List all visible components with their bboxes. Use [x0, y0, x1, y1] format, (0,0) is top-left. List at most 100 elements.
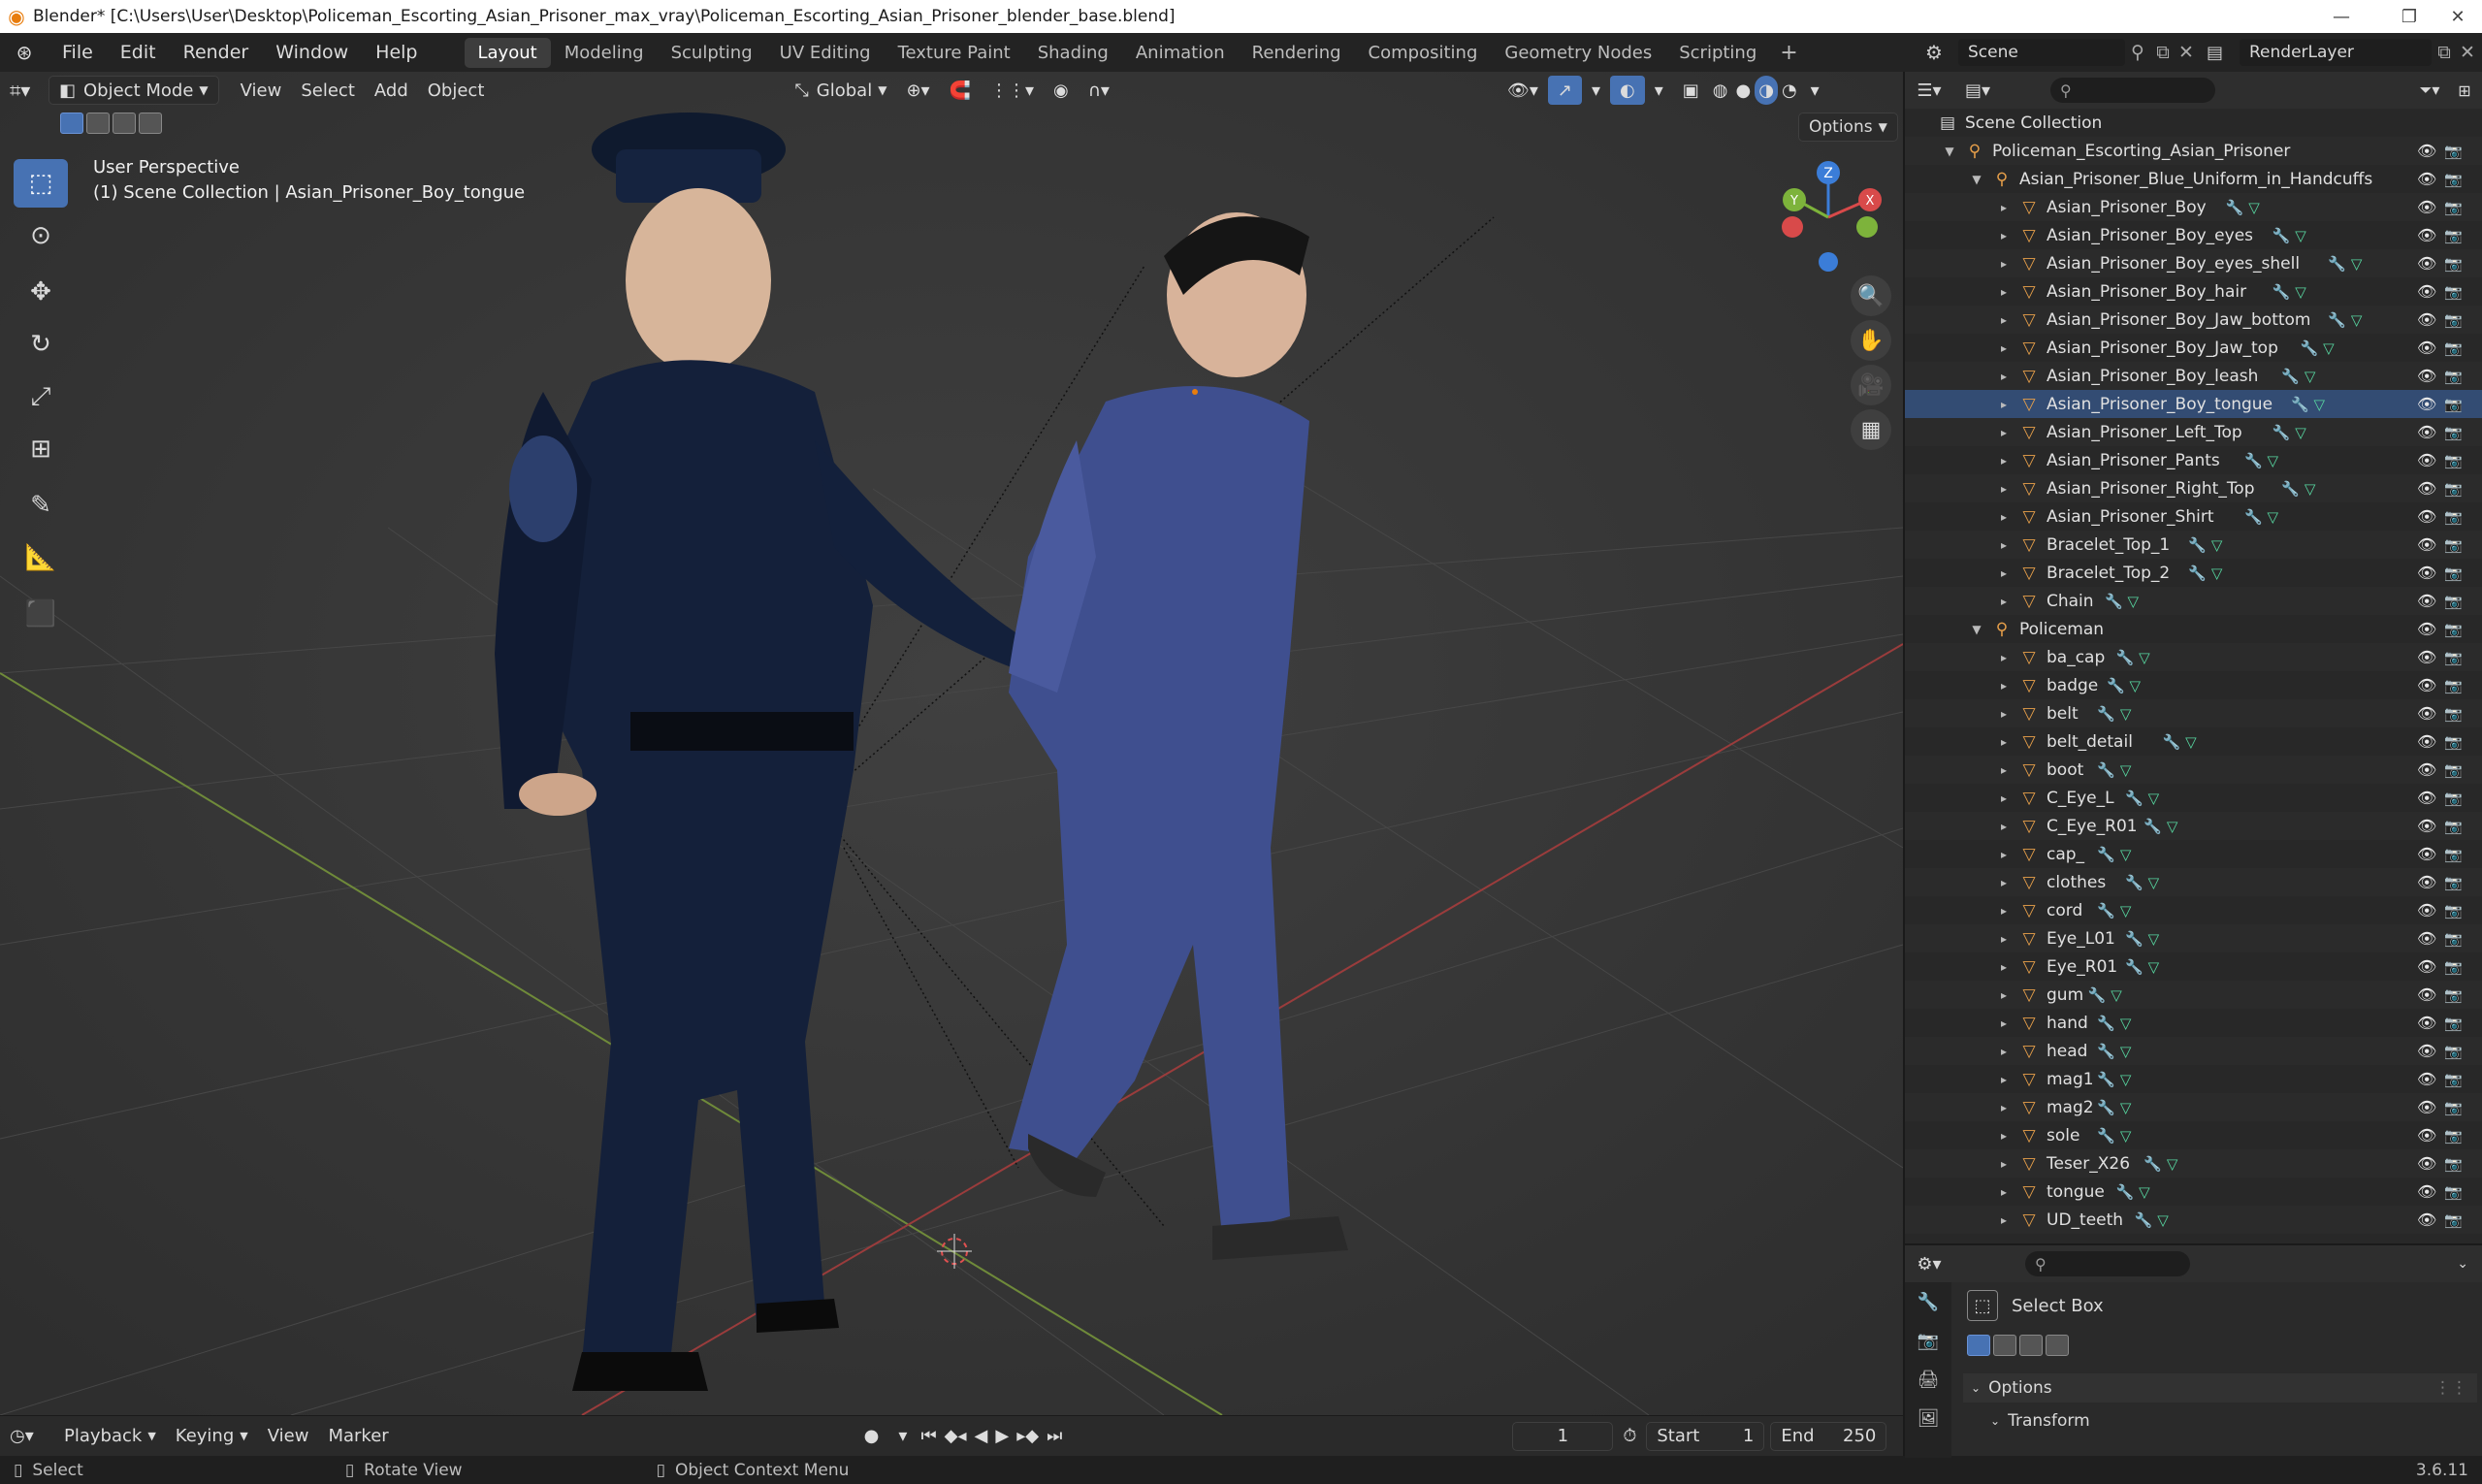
menu-select[interactable]: Select [291, 76, 365, 105]
visibility-eye-icon[interactable]: 👁 [2417, 732, 2436, 751]
select-box-icon[interactable]: ⬚ [1967, 1290, 1998, 1321]
render-camera-icon[interactable]: 📷 [2444, 1211, 2463, 1229]
camera-view-icon[interactable]: 🎥 [1851, 365, 1891, 405]
menu-add[interactable]: Add [365, 76, 418, 105]
render-camera-icon[interactable]: 📷 [2444, 874, 2463, 891]
chevron-down-icon[interactable]: ⌄ [2457, 1256, 2468, 1272]
outliner-item[interactable]: ▸ ▽ Chain 🔧 ▽ 👁 📷 [1905, 587, 2482, 615]
gizmo-dropdown-icon[interactable]: ▾ [1582, 76, 1610, 105]
expand-arrow-closed-icon[interactable]: ▸ [1996, 482, 2012, 496]
xray-icon[interactable]: ▣ [1673, 76, 1709, 105]
expand-arrow-closed-icon[interactable]: ▸ [1996, 370, 2012, 383]
expand-arrow-closed-icon[interactable]: ▸ [1996, 285, 2012, 299]
play-icon[interactable]: ▶ [991, 1422, 1013, 1451]
outliner-item[interactable]: ▸ ▽ Asian_Prisoner_Boy_Jaw_top 🔧 ▽ 👁 📷 [1905, 334, 2482, 362]
prev-keyframe-icon[interactable]: ◆◂ [941, 1422, 971, 1451]
visibility-eye-icon[interactable]: 👁 [2417, 1014, 2436, 1032]
select-intersect-icon[interactable] [139, 113, 162, 134]
output-tab-icon[interactable]: 🖨 [1905, 1360, 1951, 1399]
drag-handle-icon[interactable]: ⋮⋮ [2434, 1378, 2467, 1398]
render-camera-icon[interactable]: 📷 [2444, 958, 2463, 976]
select-subtract-icon[interactable] [2019, 1335, 2043, 1356]
menu-object[interactable]: Object [418, 76, 495, 105]
render-camera-icon[interactable]: 📷 [2444, 1071, 2463, 1088]
outliner-item[interactable]: ▸ ▽ C_Eye_L 🔧 ▽ 👁 📷 [1905, 784, 2482, 812]
measure-tool-icon[interactable]: 📐 [14, 533, 68, 582]
render-camera-icon[interactable]: 📷 [2444, 480, 2463, 498]
rotate-tool-icon[interactable]: ↻ [14, 320, 68, 369]
expand-arrow-closed-icon[interactable]: ▸ [1996, 595, 2012, 608]
expand-arrow-closed-icon[interactable]: ▸ [1996, 1157, 2012, 1171]
expand-arrow-closed-icon[interactable]: ▸ [1996, 651, 2012, 664]
visibility-eye-icon[interactable]: 👁 [2417, 535, 2436, 554]
expand-arrow-closed-icon[interactable]: ▸ [1996, 313, 2012, 327]
render-camera-icon[interactable]: 📷 [2444, 171, 2463, 188]
expand-arrow-closed-icon[interactable]: ▸ [1996, 763, 2012, 777]
visibility-eye-icon[interactable]: 👁 [2417, 564, 2436, 582]
expand-arrow-closed-icon[interactable]: ▸ [1996, 1073, 2012, 1086]
outliner-group-policeman[interactable]: ▼ ⚲ Policeman 👁 📷 [1905, 615, 2482, 643]
select-new-icon[interactable] [1967, 1335, 1990, 1356]
modifier-and-mesh-data-icon[interactable]: 🔧 ▽ [2163, 733, 2197, 751]
outliner-item[interactable]: ▸ ▽ gum 🔧 ▽ 👁 📷 [1905, 981, 2482, 1009]
visibility-eye-icon[interactable]: 👁 [2417, 142, 2436, 160]
expand-arrow-closed-icon[interactable]: ▸ [1996, 820, 2012, 833]
pin-icon[interactable]: ⚲ [2125, 42, 2150, 63]
render-camera-icon[interactable]: 📷 [2444, 790, 2463, 807]
viewport-scene[interactable] [0, 72, 1903, 1415]
outliner-item[interactable]: ▸ ▽ clothes 🔧 ▽ 👁 📷 [1905, 868, 2482, 896]
delete-view-layer-icon[interactable]: ✕ [2457, 42, 2478, 63]
menu-help[interactable]: Help [362, 42, 431, 63]
snap-icon[interactable]: 🧲 [940, 76, 981, 105]
outliner-item[interactable]: ▸ ▽ Asian_Prisoner_Boy 🔧 ▽ 👁 📷 [1905, 193, 2482, 221]
expand-arrow-closed-icon[interactable]: ▸ [1996, 988, 2012, 1002]
expand-arrow-closed-icon[interactable]: ▸ [1996, 229, 2012, 242]
minimize-icon[interactable]: — [2307, 0, 2375, 33]
modifier-and-mesh-data-icon[interactable]: 🔧 ▽ [2097, 902, 2131, 919]
visibility-eye-icon[interactable]: 👁 [2417, 1210, 2436, 1229]
render-camera-icon[interactable]: 📷 [2444, 227, 2463, 244]
visibility-eye-icon[interactable]: 👁 [2417, 789, 2436, 807]
outliner-item[interactable]: ▸ ▽ hand 🔧 ▽ 👁 📷 [1905, 1009, 2482, 1037]
expand-arrow-closed-icon[interactable]: ▸ [1996, 1016, 2012, 1030]
menu-render[interactable]: Render [170, 42, 263, 63]
visibility-eye-icon[interactable]: 👁 [2417, 198, 2436, 216]
render-camera-icon[interactable]: 📷 [2444, 255, 2463, 273]
expand-arrow-closed-icon[interactable]: ▸ [1996, 735, 2012, 749]
outliner-item[interactable]: ▸ ▽ Asian_Prisoner_Boy_Jaw_bottom 🔧 ▽ 👁 📷 [1905, 306, 2482, 334]
modifier-and-mesh-data-icon[interactable]: 🔧 ▽ [2125, 790, 2159, 807]
render-camera-icon[interactable]: 📷 [2444, 621, 2463, 638]
new-collection-icon[interactable]: ⊞ [2447, 81, 2482, 100]
outliner-item[interactable]: ▸ ▽ Eye_R01 🔧 ▽ 👁 📷 [1905, 952, 2482, 981]
render-camera-icon[interactable]: 📷 [2444, 733, 2463, 751]
proportional-edit-icon[interactable]: ◉ [1044, 76, 1079, 105]
modifier-and-mesh-data-icon[interactable]: 🔧 ▽ [2188, 536, 2222, 554]
menu-window[interactable]: Window [262, 42, 362, 63]
expand-arrow-closed-icon[interactable]: ▸ [1996, 341, 2012, 355]
display-mode-icon[interactable]: ▤▾ [1953, 81, 2002, 101]
visibility-eye-icon[interactable]: 👁 [2417, 1070, 2436, 1088]
marker-menu[interactable]: Marker [318, 1422, 398, 1451]
visibility-eye-icon[interactable]: 👁 [2417, 592, 2436, 610]
tab-animation[interactable]: Animation [1122, 38, 1239, 68]
filter-icon[interactable]: ⏷▾ [2412, 81, 2447, 100]
tab-geometry-nodes[interactable]: Geometry Nodes [1491, 38, 1665, 68]
outliner-item[interactable]: ▸ ▽ badge 🔧 ▽ 👁 📷 [1905, 671, 2482, 699]
expand-arrow-open-icon[interactable]: ▼ [1969, 173, 1984, 186]
outliner-item[interactable]: ▸ ▽ head 🔧 ▽ 👁 📷 [1905, 1037, 2482, 1065]
modifier-and-mesh-data-icon[interactable]: 🔧 ▽ [2097, 1015, 2131, 1032]
pivot-icon[interactable]: ⊕▾ [896, 76, 939, 105]
tab-texture-paint[interactable]: Texture Paint [885, 38, 1024, 68]
render-camera-icon[interactable]: 📷 [2444, 1015, 2463, 1032]
render-camera-icon[interactable]: 📷 [2444, 930, 2463, 948]
modifier-and-mesh-data-icon[interactable]: 🔧 ▽ [2135, 1211, 2169, 1229]
expand-arrow-closed-icon[interactable]: ▸ [1996, 398, 2012, 411]
expand-arrow-closed-icon[interactable]: ▸ [1996, 960, 2012, 974]
visibility-eye-icon[interactable]: 👁 [2417, 620, 2436, 638]
outliner-item[interactable]: ▸ ▽ Bracelet_Top_2 🔧 ▽ 👁 📷 [1905, 559, 2482, 587]
render-camera-icon[interactable]: 📷 [2444, 902, 2463, 919]
visibility-eye-icon[interactable]: 👁 [2417, 929, 2436, 948]
select-mode-buttons[interactable] [60, 113, 165, 138]
visibility-eye-icon[interactable]: 👁 [2417, 507, 2436, 526]
render-camera-icon[interactable]: 📷 [2444, 705, 2463, 723]
